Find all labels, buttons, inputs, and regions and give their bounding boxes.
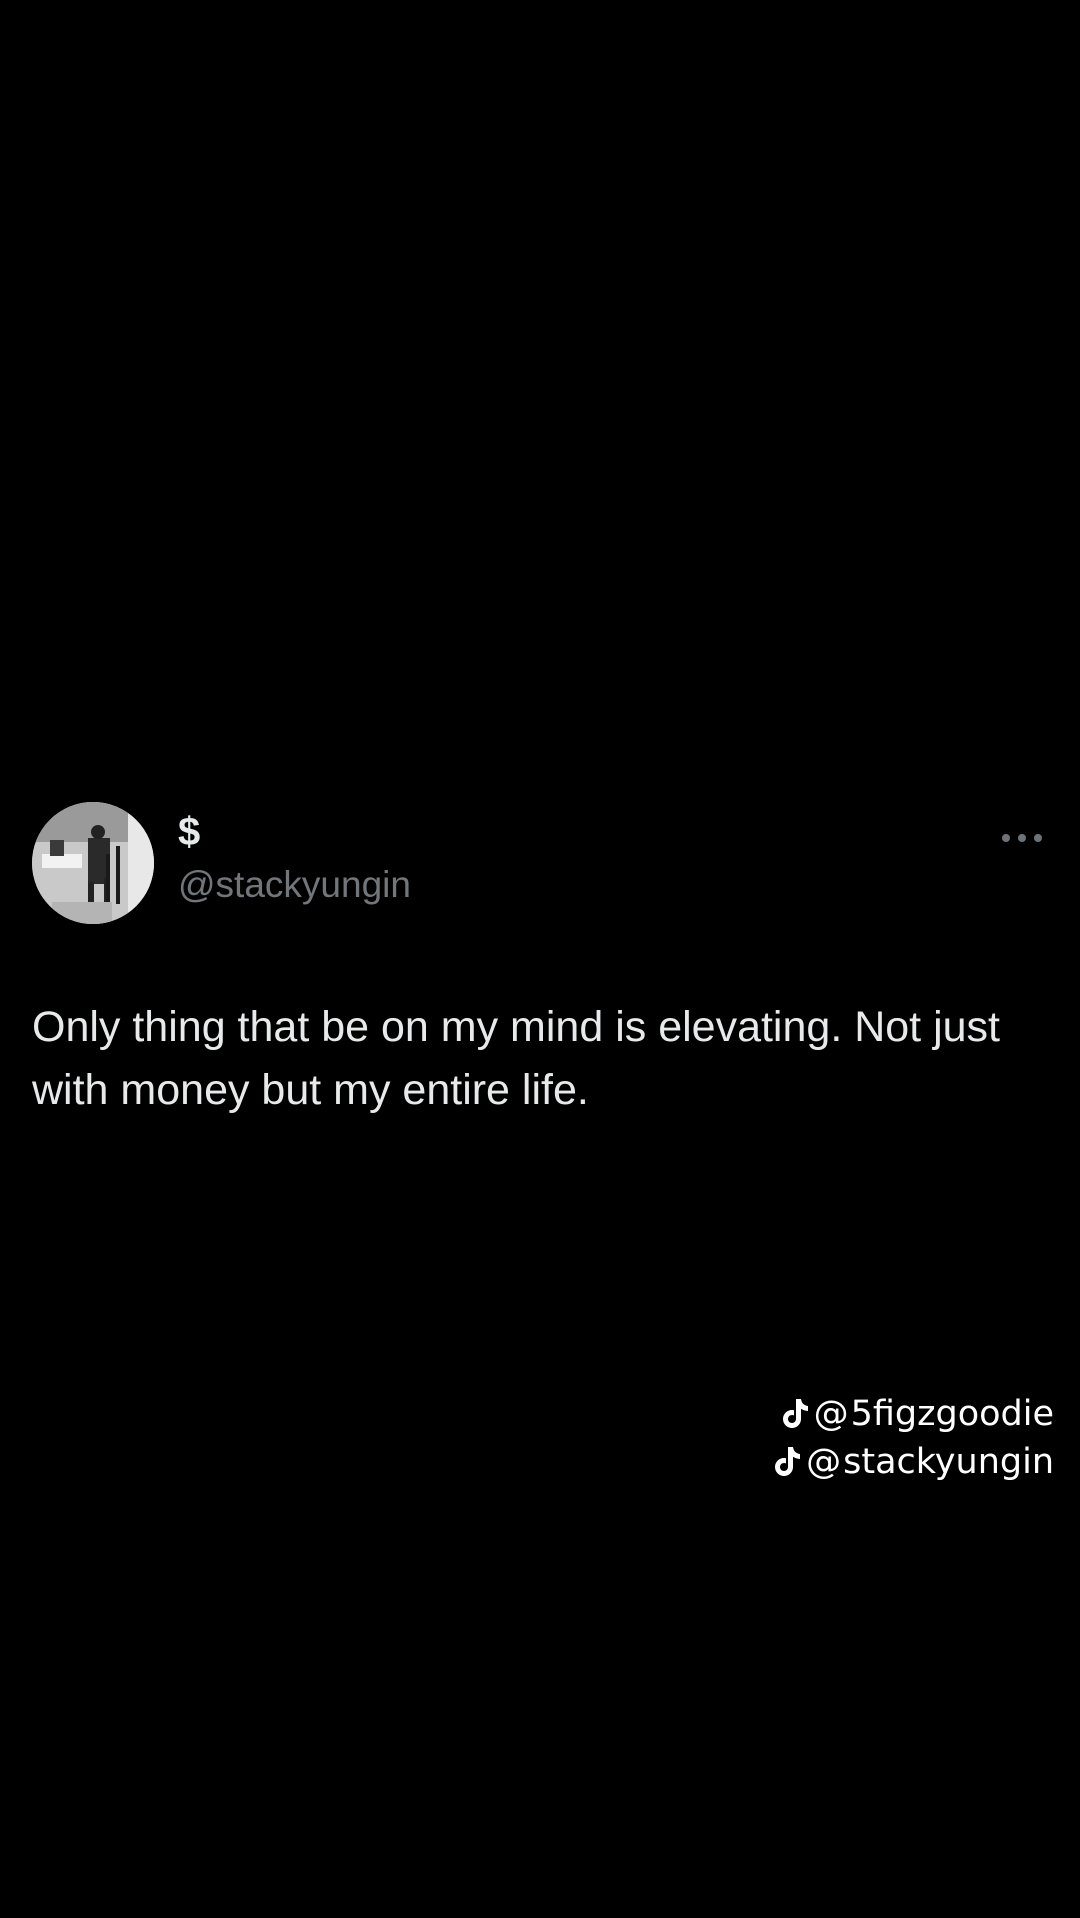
more-dot — [1034, 834, 1042, 842]
user-handle[interactable]: @stackyungin — [178, 866, 411, 903]
credit-at-sign: @ — [806, 1442, 842, 1482]
avatar[interactable] — [32, 802, 154, 924]
credit-row-2: @ stackyungin — [724, 1438, 1054, 1486]
tiktok-icon — [782, 1399, 808, 1428]
more-dot — [1018, 834, 1026, 842]
credit-username: 5figzgoodie — [850, 1394, 1054, 1434]
watermark-credits: @ 5figzgoodie @ stackyungin — [724, 1390, 1054, 1486]
credit-at-sign: @ — [813, 1394, 849, 1434]
credit-username: stackyungin — [843, 1442, 1054, 1482]
more-dot — [1002, 834, 1010, 842]
display-name[interactable]: $ — [178, 812, 200, 852]
tweet-text: Only thing that be on my mind is elevati… — [32, 1003, 1000, 1114]
more-options-icon[interactable] — [1002, 828, 1042, 848]
avatar-image — [32, 802, 154, 924]
credit-row-1: @ 5figzgoodie — [724, 1390, 1054, 1438]
tiktok-icon — [775, 1447, 801, 1476]
